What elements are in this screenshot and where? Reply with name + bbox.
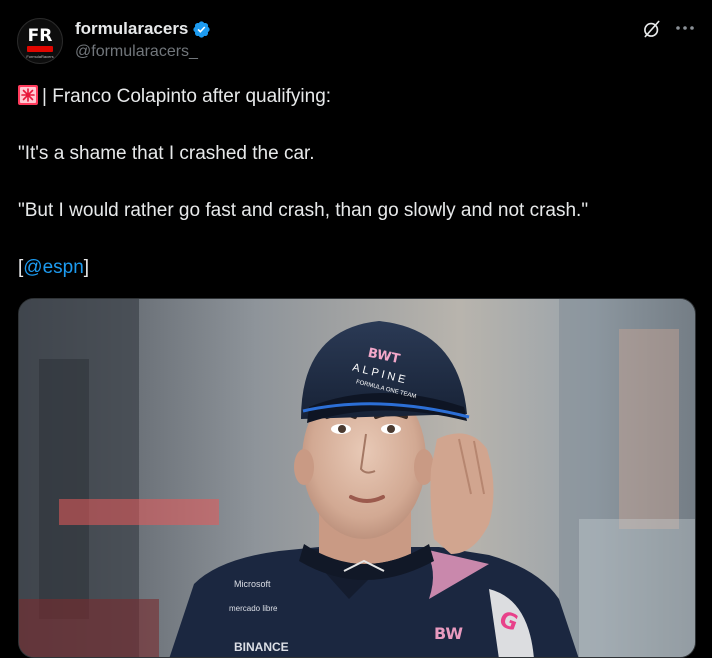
driver-photo: BW Microsoft mercado libre BINANCE G BWT…: [19, 299, 695, 657]
tweet-photo[interactable]: BW Microsoft mercado libre BINANCE G BWT…: [18, 298, 696, 658]
svg-text:BW: BW: [434, 624, 463, 643]
tweet-line-1: | Franco Colapinto after qualifying:: [18, 84, 698, 110]
tweet-line-3: "But I would rather go fast and crash, t…: [18, 200, 589, 221]
tweet: FR FormulaRacers formularacers @formular…: [0, 0, 712, 658]
tweet-text: | Franco Colapinto after qualifying: "It…: [18, 84, 698, 312]
author-display-name[interactable]: formularacers: [75, 19, 188, 39]
svg-text:mercado libre: mercado libre: [229, 604, 278, 613]
mention-link[interactable]: @espn: [23, 257, 84, 278]
tweet-line-2: "It's a shame that I crashed the car.: [18, 143, 315, 164]
bracket-close: ]: [83, 257, 90, 278]
avatar-logo-subtext: FormulaRacers: [26, 54, 54, 59]
avatar-logo-text: FR: [27, 26, 53, 46]
more-options-icon[interactable]: [674, 18, 698, 38]
avatar-logo-bar: [27, 46, 53, 52]
author-handle[interactable]: @formularacers_: [75, 43, 198, 61]
verified-badge-icon: [193, 20, 211, 38]
svg-text:Microsoft: Microsoft: [234, 579, 271, 589]
tweet-line-1-text: | Franco Colapinto after qualifying:: [42, 86, 332, 107]
avatar[interactable]: FR FormulaRacers: [17, 18, 63, 64]
grok-icon[interactable]: [642, 19, 662, 39]
author-name-row[interactable]: formularacers: [75, 19, 211, 39]
tweet-line-4: [@espn]: [18, 255, 698, 281]
svg-text:BINANCE: BINANCE: [234, 640, 289, 654]
rotating-light-icon: [18, 85, 38, 105]
